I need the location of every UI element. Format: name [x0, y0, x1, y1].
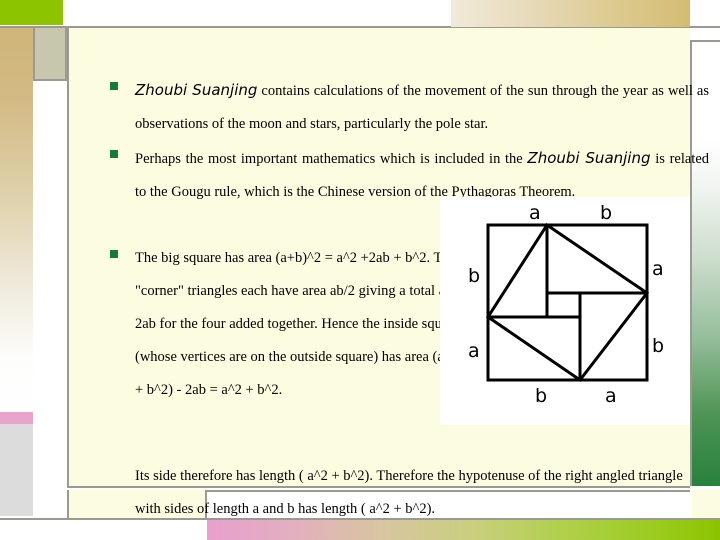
figure-label-right-upper: a [652, 258, 664, 280]
bullet-paragraph-1: Zhoubi Suanjing contains calculations of… [135, 74, 709, 141]
figure-label-right-lower: b [652, 335, 664, 357]
bullet-marker-3 [110, 250, 118, 258]
top-divider-right [690, 26, 720, 28]
closing-paragraph: Its side therefore has length ( a^2 + b^… [135, 468, 683, 517]
left-tan-gradient-column [0, 28, 33, 418]
gougu-figure-container: a b a b b a b a [440, 197, 690, 425]
figure-label-top-right: b [600, 202, 612, 224]
figure-label-left-lower: a [468, 340, 480, 362]
figure-label-top-left: a [529, 202, 541, 224]
bullet-marker-1 [110, 82, 118, 90]
figure-label-bottom-right: a [605, 385, 617, 407]
left-pink-stripe [0, 412, 33, 424]
figure-label-bottom-left: b [535, 385, 547, 407]
slide-canvas: Zhoubi Suanjing contains calculations of… [0, 0, 720, 540]
left-gray-block [0, 424, 33, 516]
first-bullet-holder-box [33, 26, 67, 81]
italic-title-2: Zhoubi Suanjing [527, 149, 651, 167]
italic-title-1: Zhoubi Suanjing [135, 81, 258, 99]
bullet-marker-2 [110, 150, 118, 158]
top-left-green-block [0, 0, 63, 25]
bullet-text-2-pre: Perhaps the most important mathematics w… [135, 151, 528, 167]
figure-label-left-upper: b [468, 265, 480, 287]
gougu-hypotenuse-diagram: a b a b b a b a [440, 197, 690, 425]
top-right-gradient-bar [451, 0, 690, 27]
